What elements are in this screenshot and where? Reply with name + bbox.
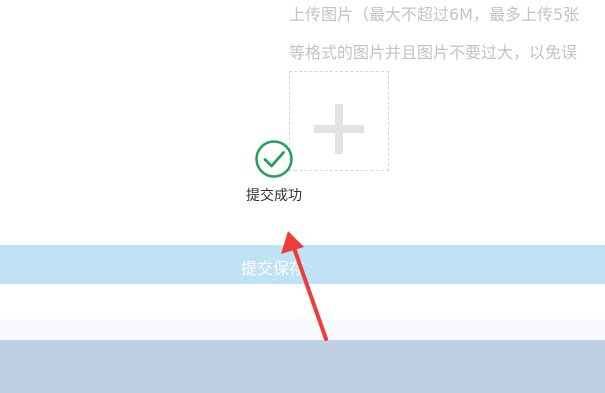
toast-message: 提交成功 <box>246 188 302 204</box>
spacer-band <box>0 319 605 340</box>
check-circle-icon <box>255 140 293 178</box>
footer-bar <box>0 340 605 393</box>
success-toast: 提交成功 <box>234 139 314 209</box>
upload-hint-line-2: 等格式的图片并且图片不要过大，以免误 <box>289 43 578 62</box>
page: 上传图片（最大不超过6M，最多上传5张 等格式的图片并且图片不要过大，以免误 提… <box>0 0 605 393</box>
upload-hint: 上传图片（最大不超过6M，最多上传5张 等格式的图片并且图片不要过大，以免误 <box>289 0 605 66</box>
submit-save-label: 提交保存 <box>240 259 305 278</box>
upload-hint-line-1: 上传图片（最大不超过6M，最多上传5张 <box>289 5 580 24</box>
submit-save-button[interactable]: 提交保存 <box>0 245 605 284</box>
